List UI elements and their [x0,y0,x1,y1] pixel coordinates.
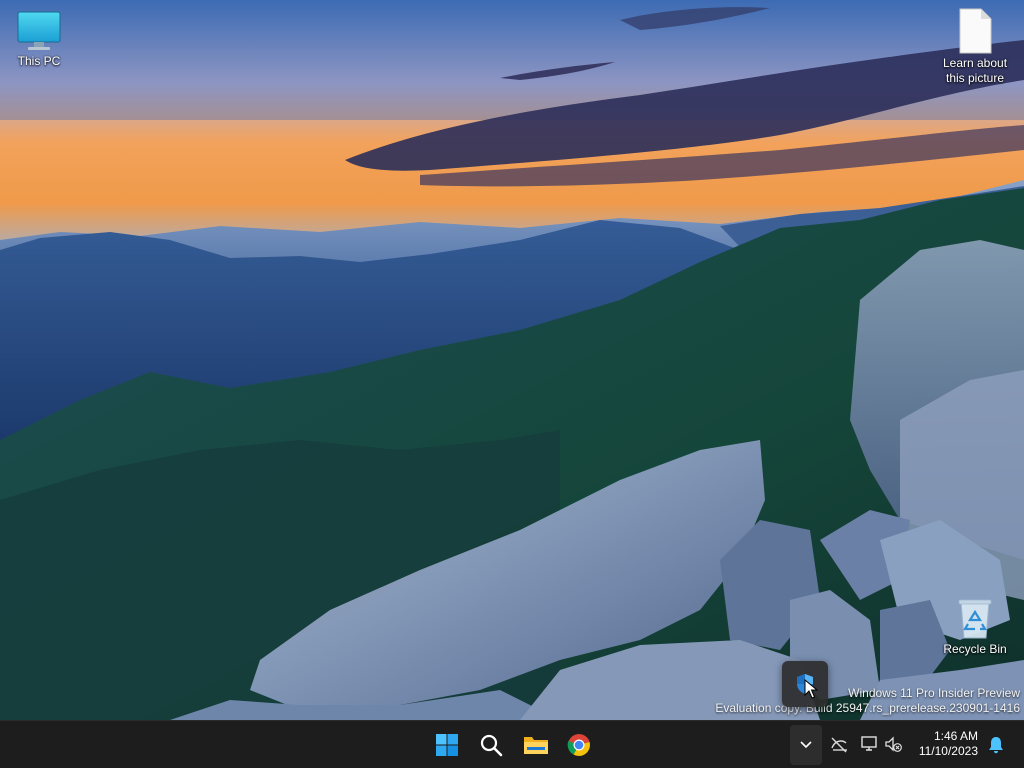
display-icon [861,736,877,751]
search-button[interactable] [471,725,511,765]
file-explorer-button[interactable] [515,725,555,765]
desktop[interactable]: This PC Learn about this picture Recycle… [0,0,1024,720]
chevron-down-icon [800,741,812,749]
search-icon [480,734,503,757]
watermark-line-edition: Windows 11 Pro Insider Preview [848,686,1020,700]
clock-time: 1:46 AM [933,729,978,743]
volume-muted-icon [885,736,902,752]
taskbar: 1:46 AM 11/10/2023 [0,720,1024,768]
wallpaper-image [0,0,1024,720]
desktop-icon-label: This PC [17,54,61,68]
desktop-icon-recycle-bin[interactable]: Recycle Bin [937,598,1013,657]
quick-settings-button[interactable] [856,725,906,765]
tray-overflow-flyout[interactable] [782,661,828,707]
chrome-icon [567,734,590,756]
network-disconnected-icon[interactable] [830,735,848,753]
notification-bell-icon[interactable] [988,736,1004,754]
folder-icon [524,737,548,754]
monitor-icon [17,11,61,50]
desktop-icon-learn-about-picture[interactable]: Learn about this picture [936,8,1014,86]
clock-date: 11/10/2023 [918,744,978,758]
desktop-icon-this-pc[interactable]: This PC [1,10,77,69]
start-button[interactable] [427,725,467,765]
clock[interactable]: 1:46 AM 11/10/2023 [912,729,978,759]
desktop-icon-label: Learn about this picture [942,56,1008,85]
windows-build-watermark: Windows 11 Pro Insider Preview Evaluatio… [715,686,1020,716]
windows-logo-icon [436,734,458,756]
desktop-icon-label: Recycle Bin [943,642,1007,656]
chrome-button[interactable] [559,725,599,765]
recycle-bin-icon [958,599,992,639]
document-icon [959,8,992,54]
show-hidden-icons-button[interactable] [790,725,822,765]
watermark-line-build: Evaluation copy. Build 25947.rs_prerelea… [715,701,1020,715]
mouse-cursor-icon [804,679,818,699]
